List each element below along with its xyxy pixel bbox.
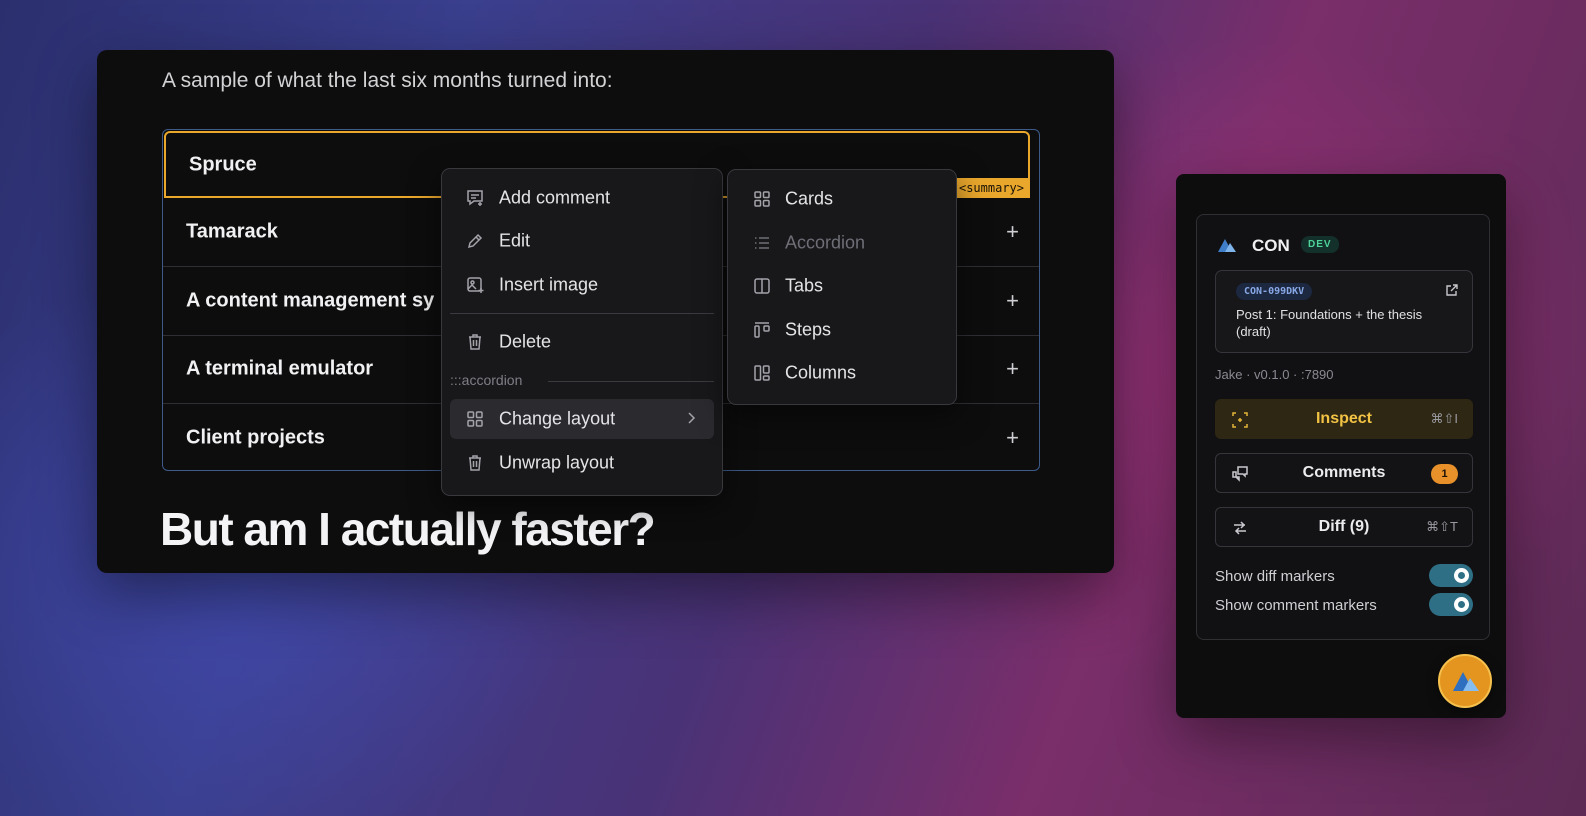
list-icon	[755, 237, 769, 249]
issue-card[interactable]: CON-099DKV Post 1: Foundations + the the…	[1215, 270, 1473, 353]
menu-item-label: Unwrap layout	[499, 452, 615, 473]
columns-icon	[754, 278, 770, 294]
submenu-item-steps[interactable]: Steps	[736, 310, 948, 350]
toggle-label: Show diff markers	[1215, 568, 1335, 585]
issue-id-badge: CON-099DKV	[1236, 283, 1313, 300]
menu-item-add-comment[interactable]: Add comment	[450, 178, 714, 218]
image-add-icon	[467, 277, 484, 293]
submenu-item-label: Steps	[785, 319, 832, 340]
submenu-item-tabs[interactable]: Tabs	[736, 266, 948, 306]
submenu-item-label: Columns	[785, 362, 857, 383]
menu-item-change-layout[interactable]: Change layout	[450, 399, 714, 439]
context-menu: Add comment Edit Insert image Delete :::…	[441, 168, 723, 496]
trash-icon	[469, 455, 481, 471]
comments-count-badge: 1	[1431, 464, 1458, 484]
menu-item-label: Change layout	[499, 408, 616, 429]
env-badge: DEV	[1301, 236, 1339, 253]
accordion-item-label: Spruce	[189, 153, 257, 175]
menu-item-insert-image[interactable]: Insert image	[450, 265, 714, 305]
external-link-icon[interactable]	[1445, 283, 1459, 297]
submenu-item-cards[interactable]: Cards	[736, 179, 948, 219]
comments-button[interactable]: Comments 1	[1215, 453, 1473, 493]
steps-icon	[754, 322, 770, 338]
expand-icon[interactable]: +	[1006, 356, 1019, 382]
show-diff-markers-row: Show diff markers	[1215, 564, 1473, 588]
menu-item-label: Add comment	[499, 187, 611, 208]
diff-shortcut: ⌘⇧T	[1426, 519, 1458, 534]
layout-submenu: Cards Accordion Tabs Steps Columns	[727, 169, 957, 405]
trash-icon	[469, 334, 481, 350]
menu-item-label: Insert image	[499, 274, 599, 295]
intro-text: A sample of what the last six months tur…	[162, 69, 613, 92]
menu-divider	[548, 381, 714, 382]
menu-item-edit[interactable]: Edit	[450, 221, 714, 261]
submenu-item-label: Accordion	[785, 232, 866, 253]
dev-panel: CON DEV CON-099DKV Post 1: Foundations +…	[1176, 174, 1506, 718]
submenu-item-label: Tabs	[785, 275, 824, 296]
expand-icon[interactable]: +	[1006, 288, 1019, 314]
grid-icon	[467, 411, 483, 427]
accordion-item-label: A terminal emulator	[186, 357, 374, 380]
menu-item-label: Edit	[499, 230, 531, 251]
comment-add-icon	[467, 190, 483, 206]
issue-title: Post 1: Foundations + the thesis (draft)	[1236, 307, 1423, 339]
menu-divider	[450, 313, 714, 314]
menu-item-label: Delete	[499, 331, 552, 352]
mountain-logo-icon	[1453, 672, 1479, 691]
summary-tag: <summary>	[952, 178, 1030, 198]
accordion-item-label: Tamarack	[186, 220, 278, 243]
grid-icon	[754, 191, 770, 207]
menu-item-delete[interactable]: Delete	[450, 322, 714, 362]
show-comment-markers-toggle[interactable]	[1429, 593, 1473, 616]
toggle-label: Show comment markers	[1215, 597, 1377, 614]
expand-icon[interactable]: +	[1006, 219, 1019, 245]
show-diff-markers-toggle[interactable]	[1429, 564, 1473, 587]
toggle-knob	[1454, 597, 1469, 612]
meta-info: Jake · v0.1.0 · :7890	[1215, 367, 1334, 382]
floating-launcher-button[interactable]	[1438, 654, 1492, 708]
mountain-logo-icon	[1218, 239, 1236, 252]
inspect-shortcut: ⌘⇧I	[1430, 411, 1458, 426]
accordion-item-label: Client projects	[186, 426, 325, 448]
expand-icon[interactable]: +	[1006, 425, 1019, 451]
chevron-right-icon	[688, 412, 696, 424]
submenu-item-accordion: Accordion	[736, 223, 948, 263]
submenu-item-columns[interactable]: Columns	[736, 353, 948, 393]
columns-layout-icon	[754, 365, 770, 381]
submenu-item-label: Cards	[785, 188, 834, 209]
app-name: CON	[1252, 236, 1290, 255]
dev-panel-card: CON DEV CON-099DKV Post 1: Foundations +…	[1196, 214, 1490, 640]
inspect-button[interactable]: Inspect ⌘⇧I	[1215, 399, 1473, 439]
diff-button[interactable]: Diff (9) ⌘⇧T	[1215, 507, 1473, 547]
section-heading: But am I actually faster?	[160, 503, 656, 555]
show-comment-markers-row: Show comment markers	[1215, 593, 1473, 617]
toggle-knob	[1454, 568, 1469, 583]
menu-item-unwrap-layout[interactable]: Unwrap layout	[450, 443, 714, 483]
accordion-item-label: A content management sy	[186, 289, 435, 312]
menu-section-label: :::accordion	[450, 372, 523, 388]
pencil-icon	[467, 233, 483, 249]
